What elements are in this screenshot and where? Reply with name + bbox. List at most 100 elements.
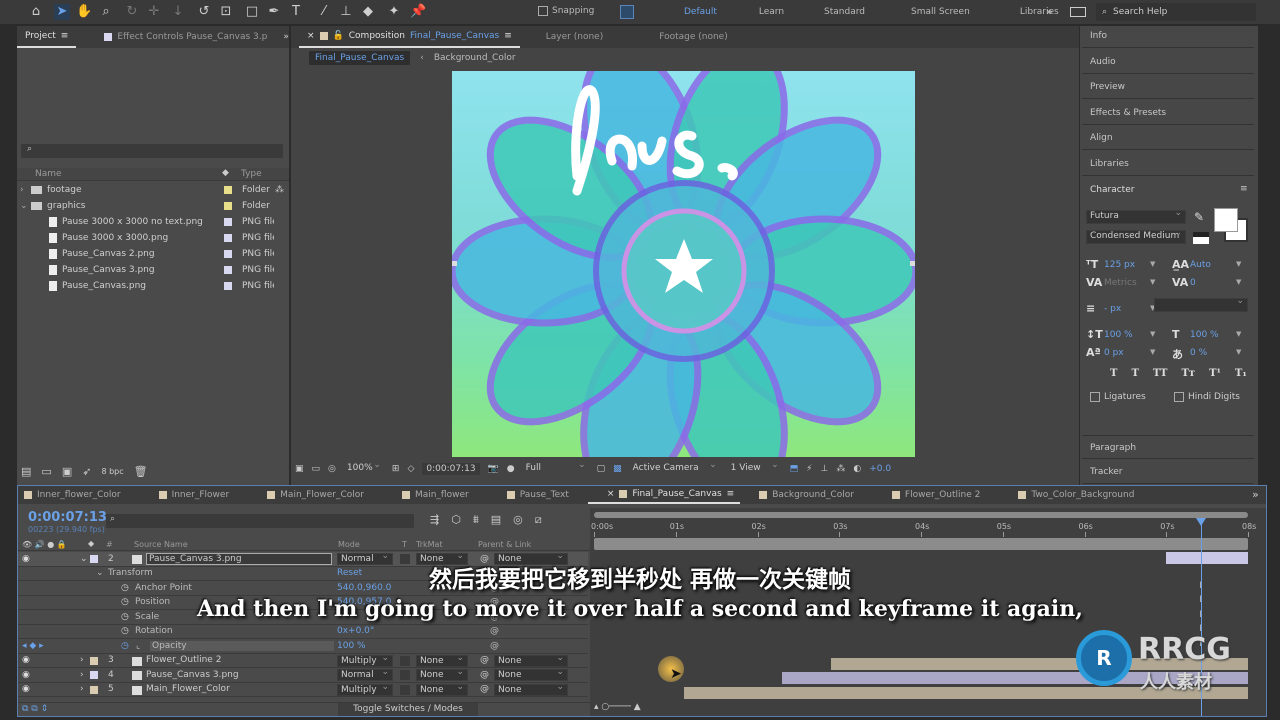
toggle-view-icon[interactable]: ⬒ (790, 464, 799, 474)
keyframe-navigator[interactable]: ◂ ◆ ▸ (22, 641, 44, 651)
layer-row[interactable]: ◉ › 4 Pause_Canvas 3.png Normal None @ None (18, 667, 588, 683)
preserve-transparency-checkbox[interactable] (400, 684, 410, 695)
exposure-icon[interactable]: ◐ (853, 464, 861, 474)
resolution-dropdown[interactable]: Full (523, 460, 589, 475)
label-color-swatch[interactable] (224, 266, 232, 274)
parent-dropdown[interactable]: None (494, 653, 568, 667)
parent-dropdown[interactable]: None (494, 682, 568, 696)
tab-composition[interactable]: × 🔓 Composition Final_Pause_Canvas ≡ (299, 26, 520, 48)
stroke-style-dropdown[interactable] (1154, 296, 1248, 312)
brush-icon[interactable]: ⁄ (316, 4, 332, 20)
dropdown-arrow-icon[interactable]: ▼ (1150, 278, 1155, 286)
eyedropper-icon[interactable]: ✎ (1194, 210, 1204, 224)
snapping-toggle[interactable]: Snapping (538, 6, 594, 16)
snapshot-icon[interactable]: 📷 (488, 464, 499, 474)
selection-icon[interactable]: ➤ (54, 4, 70, 20)
roi-icon[interactable]: ▢ (597, 464, 606, 474)
breadcrumb-current[interactable]: Final_Pause_Canvas (309, 51, 411, 65)
fast-preview-icon[interactable]: ⚡ (806, 464, 812, 474)
timeline-tab[interactable]: Main_Flower_Color (248, 486, 383, 504)
layer-handle[interactable] (910, 261, 915, 266)
visibility-eye-icon[interactable]: ◉ (22, 670, 30, 680)
font-family-dropdown[interactable]: Futura (1086, 208, 1186, 224)
motion-blur-icon[interactable]: ◎ (513, 513, 523, 527)
layer-switches-icons[interactable]: ⧉ ⧉ ⇕ (22, 704, 48, 714)
interpret-footage-icon[interactable]: ▤ (21, 465, 31, 478)
panel-header-info[interactable]: Info (1082, 24, 1254, 48)
monitor-icon[interactable]: ▭ (312, 464, 321, 474)
workspace-small-screen[interactable]: Small Screen (911, 7, 970, 17)
timeline-tab[interactable]: Inner_flower_Color (18, 486, 140, 504)
hand-icon[interactable]: ✋ (76, 4, 92, 20)
workspace-libraries[interactable]: Libraries (1020, 7, 1059, 17)
tab-footage[interactable]: Footage (none) (651, 32, 736, 42)
timeline-tab[interactable]: Background_Color (740, 486, 873, 504)
transparency-grid-icon[interactable]: ▩ (613, 464, 622, 474)
label-color-swatch[interactable] (224, 250, 232, 258)
render-queue-icon[interactable]: ➶ (82, 465, 91, 478)
baseline-shift-value[interactable]: 0 px (1104, 348, 1124, 358)
property-row[interactable]: ◂ ◆ ▸ ◷ ⌞ Opacity 100 % @ (18, 639, 588, 654)
dropdown-arrow-icon[interactable]: ▼ (1236, 278, 1241, 286)
clone-stamp-icon[interactable]: ⊥ (338, 4, 354, 20)
region-icon[interactable]: ◇ (407, 464, 414, 474)
project-item[interactable]: ⌄ graphics Folder (17, 198, 289, 214)
panel-header-align[interactable]: Align (1082, 126, 1254, 150)
eraser-icon[interactable]: ◆ (360, 4, 376, 20)
playhead-handle[interactable] (1196, 518, 1207, 526)
home-icon[interactable]: ⌂ (28, 4, 44, 20)
font-style-dropdown[interactable]: Condensed Medium (1086, 228, 1186, 244)
breadcrumb-item[interactable]: Background_Color (434, 53, 516, 63)
blend-mode-dropdown[interactable]: Multiply (337, 682, 393, 696)
snapping-checkbox[interactable] (538, 6, 548, 16)
lock-icon[interactable]: 🔓 (333, 31, 344, 41)
type-icon[interactable]: T (288, 4, 304, 20)
menu-icon[interactable]: ≡ (727, 489, 735, 499)
panel-header-audio[interactable]: Audio (1082, 50, 1254, 74)
chevron-right-icon[interactable]: › (80, 684, 84, 694)
label-color-swatch[interactable] (224, 218, 232, 226)
work-area-bar[interactable] (594, 538, 1248, 550)
layer-handle[interactable] (452, 261, 457, 266)
property-value[interactable]: 0x+0.0° (337, 626, 374, 636)
label-color-swatch[interactable] (224, 186, 232, 194)
panel-header-effects-presets[interactable]: Effects & Presets (1082, 101, 1254, 125)
pen-icon[interactable]: ✒ (266, 4, 282, 20)
project-item[interactable]: › footage Folder ⁂ (17, 182, 289, 198)
hindi-digits-option[interactable]: Hindi Digits (1174, 392, 1240, 402)
track-matte-dropdown[interactable]: None (416, 682, 468, 696)
black-white-swatch[interactable] (1193, 232, 1209, 244)
faux-italic-button[interactable]: T (1131, 368, 1138, 379)
draft-3d-icon[interactable]: ⬡ (451, 513, 461, 527)
layer-row[interactable]: ◉ › 5 Main_Flower_Color Multiply None @ None (18, 682, 588, 697)
ligatures-checkbox[interactable] (1090, 392, 1100, 402)
exposure-value[interactable]: +0.0 (869, 464, 891, 474)
puppet-pin-icon[interactable]: 📌 (410, 4, 426, 20)
timeline-tab[interactable]: Pause_Text (488, 486, 588, 504)
project-item[interactable]: Pause_Canvas 3.png PNG file (17, 262, 289, 278)
workspace-learn[interactable]: Learn (759, 7, 784, 17)
new-composition-icon[interactable]: ▣ (62, 465, 72, 478)
col-parent[interactable]: Parent & Link (478, 540, 531, 549)
timeline-tab[interactable]: × Final_Pause_Canvas ≡ (587, 486, 741, 504)
bpc-button[interactable]: 8 bpc (101, 467, 123, 476)
composition-viewer[interactable] (452, 71, 915, 457)
timeline-tab[interactable]: Main_flower (383, 486, 488, 504)
panel-header-libraries[interactable]: Libraries (1082, 152, 1254, 176)
blend-mode-dropdown[interactable]: Multiply (337, 653, 393, 667)
col-t[interactable]: T (402, 540, 407, 549)
layer-row[interactable]: ◉ › 3 Flower_Outline 2 Multiply None @ None (18, 653, 588, 668)
tab-layer[interactable]: Layer (none) (538, 32, 611, 42)
expression-pick-whip-icon[interactable]: @ (490, 626, 499, 636)
pick-whip-icon[interactable]: @ (480, 655, 489, 665)
superscript-button[interactable]: T¹ (1209, 368, 1221, 379)
new-folder-icon[interactable]: ▭ (41, 465, 51, 478)
subscript-button[interactable]: T₁ (1235, 368, 1247, 379)
property-row[interactable]: ◷ Rotation 0x+0.0° @ (18, 625, 588, 639)
vertical-scale-value[interactable]: 100 % (1104, 330, 1133, 340)
timeline-icon[interactable]: ⊥ (821, 464, 829, 474)
shy-layers-icon[interactable]: ⩩ (473, 513, 479, 527)
project-item[interactable]: Pause 3000 x 3000.png PNG file (17, 230, 289, 246)
track-matte-dropdown[interactable]: None (416, 653, 468, 667)
views-dropdown[interactable]: 1 View (728, 460, 782, 475)
